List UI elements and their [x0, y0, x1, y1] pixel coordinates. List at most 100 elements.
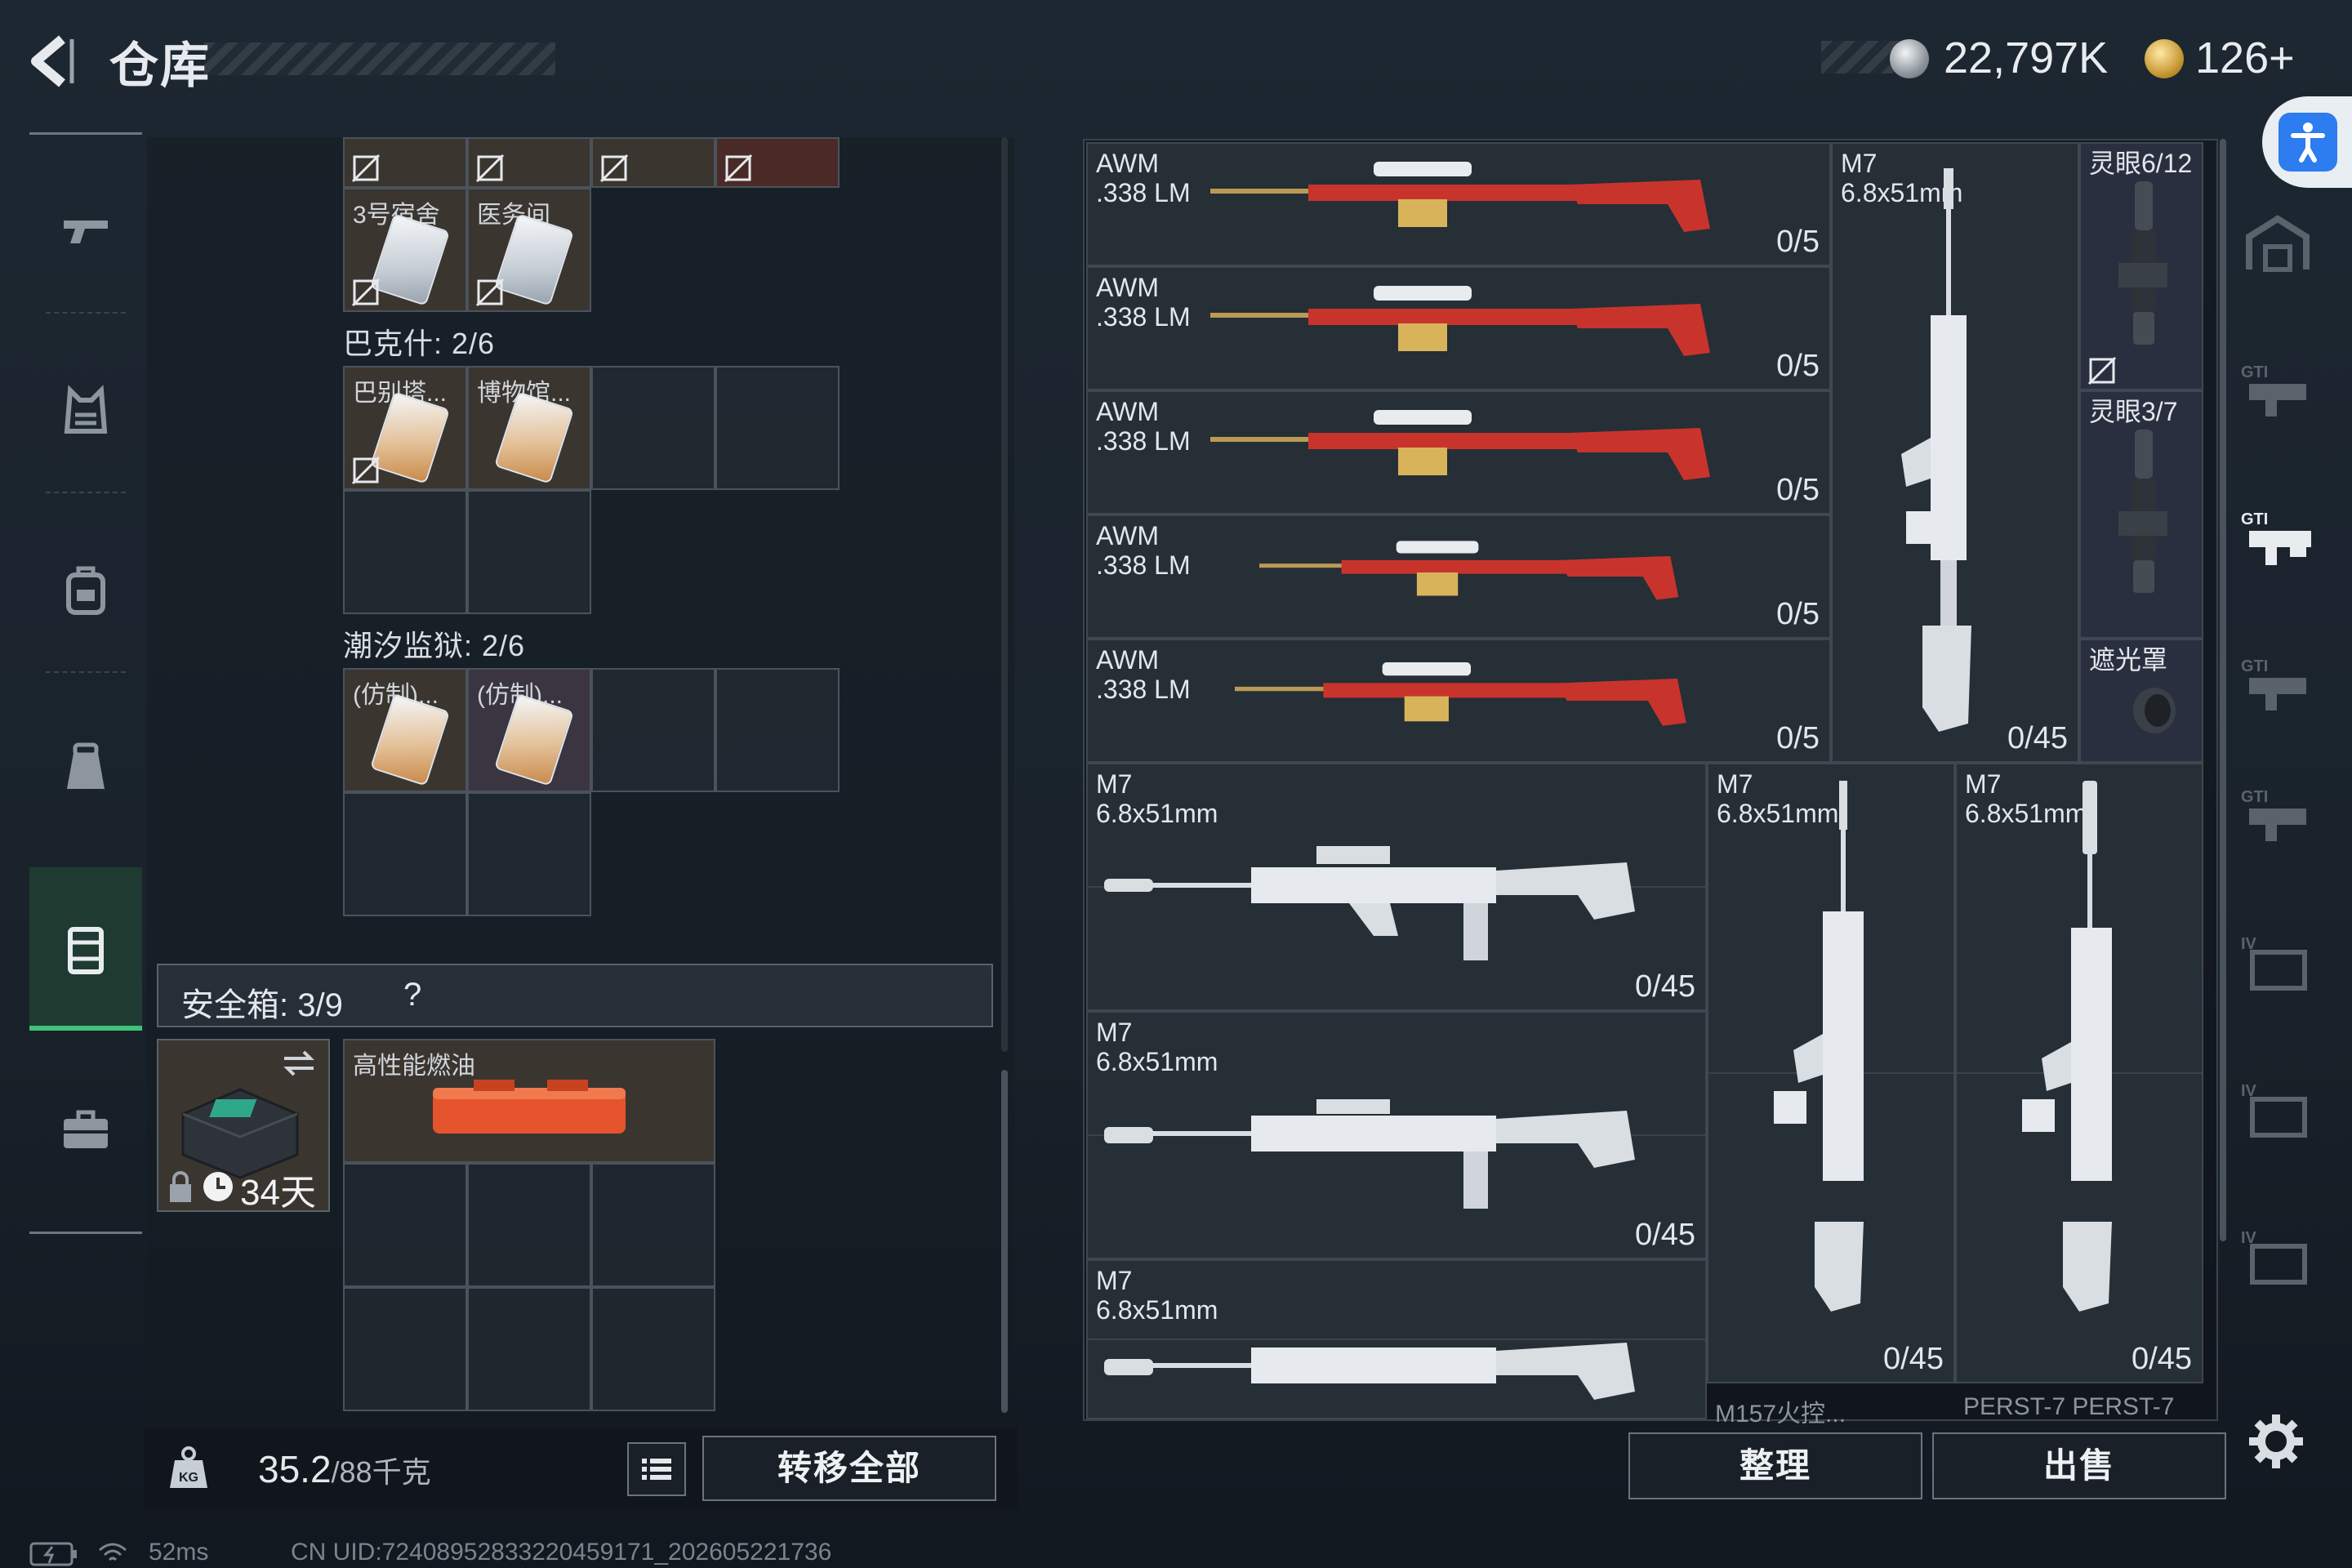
weapon-slot-m7[interactable]: M7 6.8x51mm 0/45 [1831, 142, 2079, 763]
weapon-slot-awm[interactable]: AWM .338 LM 0/5 [1086, 514, 1831, 639]
fuel-item[interactable]: 高性能燃油 [343, 1039, 715, 1163]
empty-slot[interactable] [343, 490, 467, 614]
nav-item-armor[interactable] [29, 328, 142, 492]
empty-slot[interactable] [343, 1163, 467, 1287]
weapon-slot-m7[interactable]: M7 6.8x51mm 0/45 [1086, 763, 1707, 1011]
nav-item-backpack[interactable] [29, 508, 142, 671]
empty-slot[interactable] [715, 366, 840, 490]
ammo-count: 0/5 [1776, 225, 1820, 259]
back-button[interactable] [24, 33, 82, 90]
awm-rifle-icon [1235, 662, 1686, 726]
back-arrow-icon [31, 35, 74, 87]
empty-slot[interactable] [591, 1163, 715, 1287]
keycard-slot[interactable]: (仿制)... [343, 668, 467, 792]
filter-gti-2[interactable]: GTI [2230, 474, 2328, 621]
list-view-button[interactable] [627, 1442, 686, 1496]
safebox-remaining-days: 34天 [240, 1173, 316, 1213]
silver-amount: 22,797K [1944, 33, 2109, 82]
filter-gti-3[interactable]: GTI [2230, 621, 2328, 768]
safebox-help-button[interactable]: ? [403, 977, 421, 1013]
weapon-name: AWM .338 LM [1096, 521, 1191, 580]
nav-item-rig[interactable] [29, 688, 142, 851]
nav-separator [46, 312, 126, 314]
ping-value: 52ms [149, 1539, 209, 1566]
warehouse-icon [2246, 215, 2310, 272]
settings-button[interactable] [2247, 1413, 2305, 1470]
section-bakshi: 巴克什: 2/6 [343, 327, 496, 360]
keycard-slot[interactable]: 3号宿舍 [343, 188, 467, 312]
nav-item-weapons[interactable] [29, 149, 142, 312]
nav-item-case[interactable] [29, 1047, 142, 1210]
weapon-slot-awm[interactable]: AWM .338 LM 0/5 [1086, 639, 1831, 763]
awm-rifle-icon [1210, 162, 1710, 232]
weapon-name: M7 6.8x51mm [1096, 1266, 1218, 1325]
key-slot[interactable] [343, 137, 467, 188]
weapon-slot-m7[interactable]: M7 6.8x51mm [1086, 1259, 1707, 1419]
filter-all[interactable] [2230, 180, 2328, 327]
empty-slot[interactable] [343, 792, 467, 916]
gti-weapon-icon: GTI [2241, 363, 2306, 416]
weapon-name: AWM .338 LM [1096, 645, 1191, 704]
keycard-slot[interactable]: 博物馆... [467, 366, 591, 490]
attachment-slot[interactable]: 遮光罩 [2079, 639, 2203, 763]
storage-footer: KG 35.2/88千克 转移全部 [144, 1428, 1018, 1509]
sell-button[interactable]: 出售 [1932, 1432, 2226, 1499]
pistol-icon [64, 220, 108, 243]
gold-amount[interactable]: 126+ [2195, 33, 2295, 83]
weapon-name: AWM .338 LM [1096, 273, 1191, 332]
empty-slot[interactable] [591, 1287, 715, 1411]
ammo-count: 0/45 [2132, 1342, 2192, 1376]
swap-icon[interactable] [281, 1049, 317, 1078]
ammo-count: 0/5 [1776, 473, 1820, 507]
empty-slot[interactable] [467, 490, 591, 614]
attachment-slot[interactable]: 灵眼3/7 [2079, 390, 2203, 639]
sort-button[interactable]: 整理 [1628, 1432, 1922, 1499]
attachment-slot[interactable]: 灵眼6/12 [2079, 142, 2203, 390]
nav-divider [29, 1232, 142, 1234]
weapon-slot-m7[interactable]: M7 6.8x51mm 0/45 [1086, 1011, 1707, 1259]
empty-slot[interactable] [467, 792, 591, 916]
filter-gti-4[interactable]: GTI [2230, 751, 2328, 898]
keycard-slot[interactable]: (仿制)... [467, 668, 591, 792]
weapon-slot-awm[interactable]: AWM .338 LM 0/5 [1086, 266, 1831, 390]
filter-gti-1[interactable]: GTI [2230, 327, 2328, 474]
empty-slot[interactable] [591, 668, 715, 792]
storage-scrollbar[interactable] [1001, 1070, 1008, 1413]
attachment-name: 灵眼6/12 [2089, 149, 2193, 178]
weapon-slot-m7[interactable]: M7 6.8x51mm 0/45 [1707, 763, 1955, 1383]
accessibility-button[interactable] [2262, 96, 2352, 188]
weapon-slot-awm[interactable]: AWM .338 LM 0/5 [1086, 390, 1831, 514]
weapon-slot-awm[interactable]: AWM .338 LM 0/5 [1086, 142, 1831, 266]
gear-icon [2249, 1414, 2303, 1468]
gold-add-button[interactable]: + [2269, 33, 2295, 82]
svg-text:GTI: GTI [2241, 363, 2268, 381]
transfer-all-button[interactable]: 转移全部 [702, 1436, 996, 1501]
tier-iv-icon: IV [2241, 1082, 2307, 1138]
ammo-count: 0/5 [1776, 349, 1820, 383]
filter-iv-3[interactable]: IV [2230, 1192, 2328, 1339]
scope-icon [2118, 181, 2167, 345]
key-slot[interactable] [591, 137, 715, 188]
empty-slot[interactable] [591, 366, 715, 490]
key-slot[interactable] [715, 137, 840, 188]
weapon-storage-scrollbar[interactable] [2220, 139, 2226, 1241]
awm-rifle-icon [1210, 286, 1710, 356]
empty-slot[interactable] [343, 1287, 467, 1411]
keycard-slot[interactable]: 巴别塔... [343, 366, 467, 490]
filter-iv-2[interactable]: IV [2230, 1045, 2328, 1192]
weapon-slot-m7[interactable]: M7 6.8x51mm 0/45 [1955, 763, 2203, 1383]
keycard-slot[interactable]: 医务间 [467, 188, 591, 312]
m7-rifle-icon [1104, 846, 1635, 960]
nav-item-container[interactable] [29, 867, 142, 1031]
empty-slot[interactable] [467, 1163, 591, 1287]
ammo-count: 0/5 [1776, 597, 1820, 631]
empty-slot[interactable] [467, 1287, 591, 1411]
empty-slot[interactable] [715, 668, 840, 792]
wifi-icon [99, 1543, 127, 1561]
filter-iv-1[interactable]: IV [2230, 898, 2328, 1045]
key-slot[interactable] [467, 137, 591, 188]
m7-rifle-vertical-icon [1901, 168, 1971, 732]
user-uid: CN UID:7240895283322045917​1_20260522173… [291, 1539, 832, 1566]
clock-icon [203, 1172, 233, 1201]
safebox-item[interactable]: 34天 [157, 1039, 330, 1213]
